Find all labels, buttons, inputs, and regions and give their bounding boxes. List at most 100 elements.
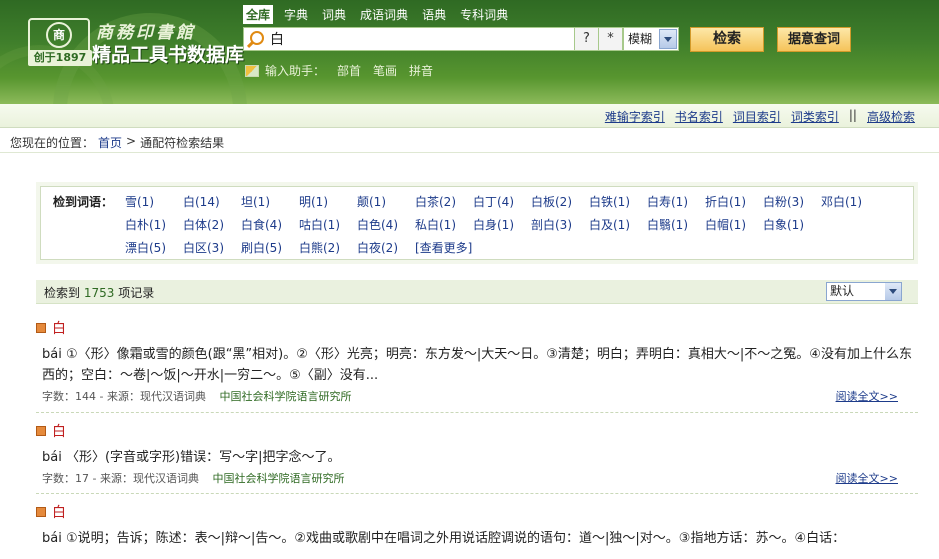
search-box — [243, 27, 575, 51]
word-link[interactable]: 白熊(2) — [299, 239, 357, 256]
word-row: 雪(1) 白(14) 坦(1) 明(1) 颠(1) 白茶(2) 白丁(4) 白板… — [125, 193, 879, 210]
result-headword[interactable]: 白 — [52, 318, 66, 338]
tab-character-dict[interactable]: 字典 — [281, 5, 311, 24]
index-book-link[interactable]: 书名索引 — [675, 108, 723, 125]
wildcard-star-button[interactable]: * — [599, 27, 623, 51]
result-headword[interactable]: 白 — [52, 421, 66, 441]
word-link[interactable]: 白板(2) — [531, 193, 589, 210]
index-separator: || — [848, 108, 857, 122]
records-count: 1753 — [83, 286, 115, 300]
index-links: 难输字索引 书名索引 词目索引 词类索引 || 高级检索 — [605, 108, 915, 125]
result-item: 白 bái ①说明；告诉；陈述：表～|辩～|告～。②戏曲或歌剧中在唱词之外用说话… — [36, 502, 918, 549]
match-mode-select[interactable]: 模糊 — [623, 27, 679, 51]
breadcrumb: 您现在的位置： 首页 > 通配符检索结果 — [10, 134, 224, 151]
matched-words-box: 检到词语： 雪(1) 白(14) 坦(1) 明(1) 颠(1) 白茶(2) 白丁… — [40, 186, 914, 260]
word-link[interactable]: 白粉(3) — [763, 193, 821, 210]
word-link[interactable]: 白帽(1) — [705, 216, 763, 233]
chevron-down-icon — [885, 283, 901, 300]
word-link[interactable]: 白寿(1) — [647, 193, 705, 210]
word-link[interactable]: 白食(4) — [241, 216, 299, 233]
logo-emblem-icon: 商 — [46, 22, 72, 48]
result-meta: 字数：17 - 来源：现代汉语词典 中国社会科学院语言研究所 阅读全文>> — [36, 470, 918, 486]
word-link[interactable]: 白铁(1) — [589, 193, 647, 210]
word-link[interactable]: 白区(3) — [183, 239, 241, 256]
word-link[interactable]: 白丁(4) — [473, 193, 531, 210]
square-bullet-icon — [36, 426, 46, 436]
tab-word-dict[interactable]: 词典 — [319, 5, 349, 24]
helper-radical-link[interactable]: 部首 — [337, 62, 361, 79]
result-headword[interactable]: 白 — [52, 502, 66, 522]
result-title: 白 — [36, 502, 918, 522]
word-link[interactable]: 颠(1) — [357, 193, 415, 210]
word-link[interactable]: 白身(1) — [473, 216, 531, 233]
index-entry-link[interactable]: 词目索引 — [733, 108, 781, 125]
nav-tabs: 全库 字典 词典 成语词典 语典 专科词典 — [243, 5, 511, 24]
word-link[interactable]: 白象(1) — [763, 216, 821, 233]
read-more-link[interactable]: 阅读全文>> — [836, 470, 898, 486]
view-more-link[interactable]: [查看更多] — [415, 239, 472, 256]
word-link[interactable]: 咕白(1) — [299, 216, 357, 233]
word-link[interactable]: 白茶(2) — [415, 193, 473, 210]
word-link[interactable]: 白夜(2) — [357, 239, 415, 256]
breadcrumb-current: 通配符检索结果 — [140, 136, 225, 150]
records-suffix: 项记录 — [118, 286, 155, 300]
pencil-icon — [245, 64, 259, 77]
result-body: bái ①〈形〉像霜或雪的颜色(跟“黑”相对)。②〈形〉光亮；明亮：东方发～|大… — [42, 347, 912, 383]
result-title: 白 — [36, 318, 918, 338]
word-link[interactable]: 白体(2) — [183, 216, 241, 233]
result-item: 白 bái ①〈形〉像霜或雪的颜色(跟“黑”相对)。②〈形〉光亮；明亮：东方发～… — [36, 318, 918, 404]
helper-pinyin-link[interactable]: 拼音 — [409, 62, 433, 79]
index-rare-char-link[interactable]: 难输字索引 — [605, 108, 665, 125]
tab-phrase-dict[interactable]: 语典 — [419, 5, 449, 24]
word-link[interactable]: 白及(1) — [589, 216, 647, 233]
sort-select[interactable]: 默认 — [826, 282, 902, 301]
chevron-down-icon — [659, 29, 677, 49]
search-button[interactable]: 检索 — [690, 27, 764, 52]
result-body: bái 〈形〉(字音或字形)错误：写～字|把字念～了。 — [42, 450, 341, 465]
word-link[interactable]: 邓白(1) — [821, 193, 879, 210]
result-item: 白 bái 〈形〉(字音或字形)错误：写～字|把字念～了。 字数：17 - 来源… — [36, 421, 918, 486]
tab-specialty-dict[interactable]: 专科词典 — [457, 5, 511, 24]
advanced-search-link[interactable]: 高级检索 — [867, 108, 915, 125]
word-link[interactable]: 漂白(5) — [125, 239, 183, 256]
word-link[interactable]: 折白(1) — [705, 193, 763, 210]
records-bar: 检索到 1753 项记录 默认 — [36, 280, 918, 304]
word-link[interactable]: 白色(4) — [357, 216, 415, 233]
matched-words-label: 检到词语： — [53, 195, 114, 209]
result-org-link[interactable]: 中国社会科学院语言研究所 — [212, 472, 344, 485]
index-category-link[interactable]: 词类索引 — [791, 108, 839, 125]
result-source: 字数：144 - 来源：现代汉语词典 — [42, 390, 206, 403]
result-meta: 字数：144 - 来源：现代汉语词典 中国社会科学院语言研究所 阅读全文>> — [36, 388, 918, 404]
result-org-link[interactable]: 中国社会科学院语言研究所 — [219, 390, 351, 403]
semantic-search-button[interactable]: 据意查词 — [777, 27, 851, 52]
search-input[interactable] — [270, 29, 570, 49]
result-divider — [36, 493, 918, 494]
word-link[interactable]: 刷白(5) — [241, 239, 299, 256]
word-link[interactable]: 明(1) — [299, 193, 357, 210]
word-link[interactable]: 剖白(3) — [531, 216, 589, 233]
breadcrumb-home-link[interactable]: 首页 — [98, 134, 122, 151]
result-source: 字数：17 - 来源：现代汉语词典 — [42, 472, 199, 485]
word-row: 漂白(5) 白区(3) 刷白(5) 白熊(2) 白夜(2) [查看更多] — [125, 239, 472, 256]
records-prefix: 检索到 — [44, 286, 81, 300]
word-link[interactable]: 白朴(1) — [125, 216, 183, 233]
word-link[interactable]: 坦(1) — [241, 193, 299, 210]
read-more-link[interactable]: 阅读全文>> — [836, 388, 898, 404]
word-link[interactable]: 白(14) — [183, 193, 241, 210]
tab-all[interactable]: 全库 — [243, 5, 274, 24]
wildcard-question-button[interactable]: ? — [575, 27, 599, 51]
helper-stroke-link[interactable]: 笔画 — [373, 62, 397, 79]
word-link[interactable]: 白翳(1) — [647, 216, 705, 233]
records-summary: 检索到 1753 项记录 — [44, 284, 154, 301]
match-mode-value: 模糊 — [628, 32, 653, 46]
matched-words-panel: 检到词语： 雪(1) 白(14) 坦(1) 明(1) 颠(1) 白茶(2) 白丁… — [36, 182, 918, 264]
brand-title: 精品工具书数据库 — [92, 44, 245, 66]
square-bullet-icon — [36, 507, 46, 517]
result-divider — [36, 412, 918, 413]
breadcrumb-separator: > — [126, 134, 137, 148]
logo-founded: 创于1897 — [28, 50, 92, 66]
word-link[interactable]: 私白(1) — [415, 216, 473, 233]
word-link[interactable]: 雪(1) — [125, 193, 183, 210]
tab-idiom-dict[interactable]: 成语词典 — [357, 5, 411, 24]
index-bar: 难输字索引 书名索引 词目索引 词类索引 || 高级检索 — [0, 104, 939, 128]
